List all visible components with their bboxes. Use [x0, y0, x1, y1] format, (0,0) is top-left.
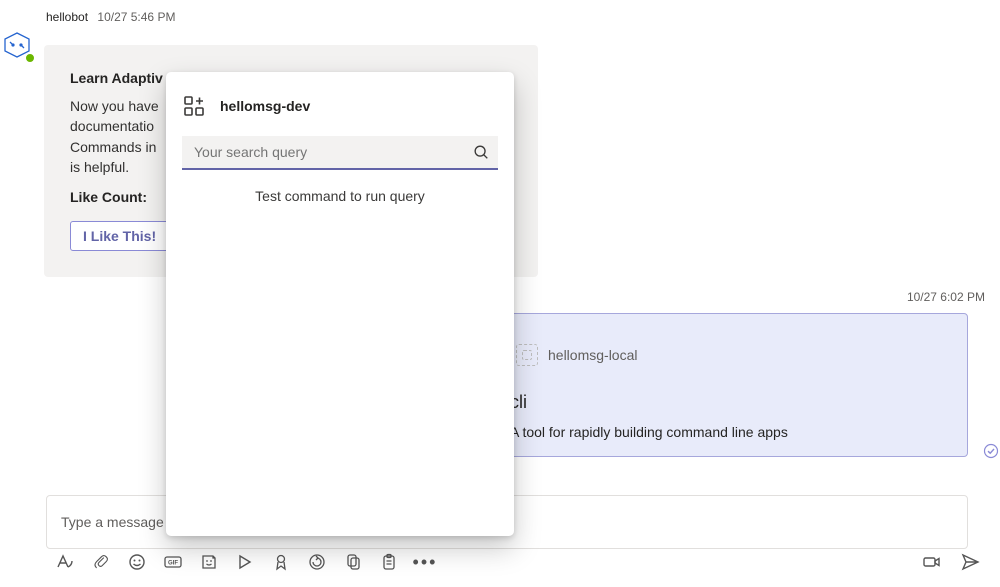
sender-name: hellobot	[46, 10, 88, 24]
app-attribution: hellomsg-local	[516, 344, 637, 366]
messaging-extension-popup: hellomsg-dev Test command to run query	[166, 72, 514, 536]
search-icon	[472, 143, 490, 161]
card-text-line: Now you have	[70, 98, 159, 114]
bot-avatar[interactable]	[4, 32, 34, 62]
compose-toolbar: GIF •••	[55, 552, 435, 572]
approval-icon[interactable]	[307, 552, 327, 572]
message-timestamp: 10/27 5:46 PM	[97, 10, 175, 24]
message-header: hellobot 10/27 5:46 PM	[46, 10, 175, 24]
app-name: hellomsg-local	[548, 347, 637, 363]
search-hint: Test command to run query	[182, 188, 498, 204]
format-icon[interactable]	[55, 552, 75, 572]
my-message[interactable]: hellomsg-local cli A tool for rapidly bu…	[500, 313, 968, 457]
search-input[interactable]	[194, 144, 472, 160]
card-text-line: documentatio	[70, 118, 154, 134]
attach-icon[interactable]	[91, 552, 111, 572]
compose-toolbar-right	[922, 552, 980, 572]
camera-icon[interactable]	[922, 552, 942, 572]
card-text-line: is helpful.	[70, 159, 129, 175]
more-icon[interactable]: •••	[415, 552, 435, 572]
search-field[interactable]	[182, 136, 498, 170]
copy-icon[interactable]	[343, 552, 363, 572]
my-message-timestamp: 10/27 6:02 PM	[907, 290, 985, 304]
presence-indicator	[24, 52, 36, 64]
send-icon[interactable]	[960, 552, 980, 572]
clipboard-icon[interactable]	[379, 552, 399, 572]
apps-icon	[182, 94, 206, 118]
emoji-icon[interactable]	[127, 552, 147, 572]
read-receipt-icon	[983, 443, 999, 459]
card-text-line: Commands in	[70, 139, 156, 155]
compose-placeholder: Type a message	[61, 514, 164, 530]
gif-icon[interactable]: GIF	[163, 552, 183, 572]
praise-icon[interactable]	[271, 552, 291, 572]
result-description: A tool for rapidly building command line…	[510, 424, 788, 440]
extension-title: hellomsg-dev	[220, 98, 310, 114]
app-placeholder-icon	[516, 344, 538, 366]
stream-icon[interactable]	[235, 552, 255, 572]
sticker-icon[interactable]	[199, 552, 219, 572]
svg-text:GIF: GIF	[168, 561, 178, 567]
like-button[interactable]: I Like This!	[70, 221, 169, 251]
